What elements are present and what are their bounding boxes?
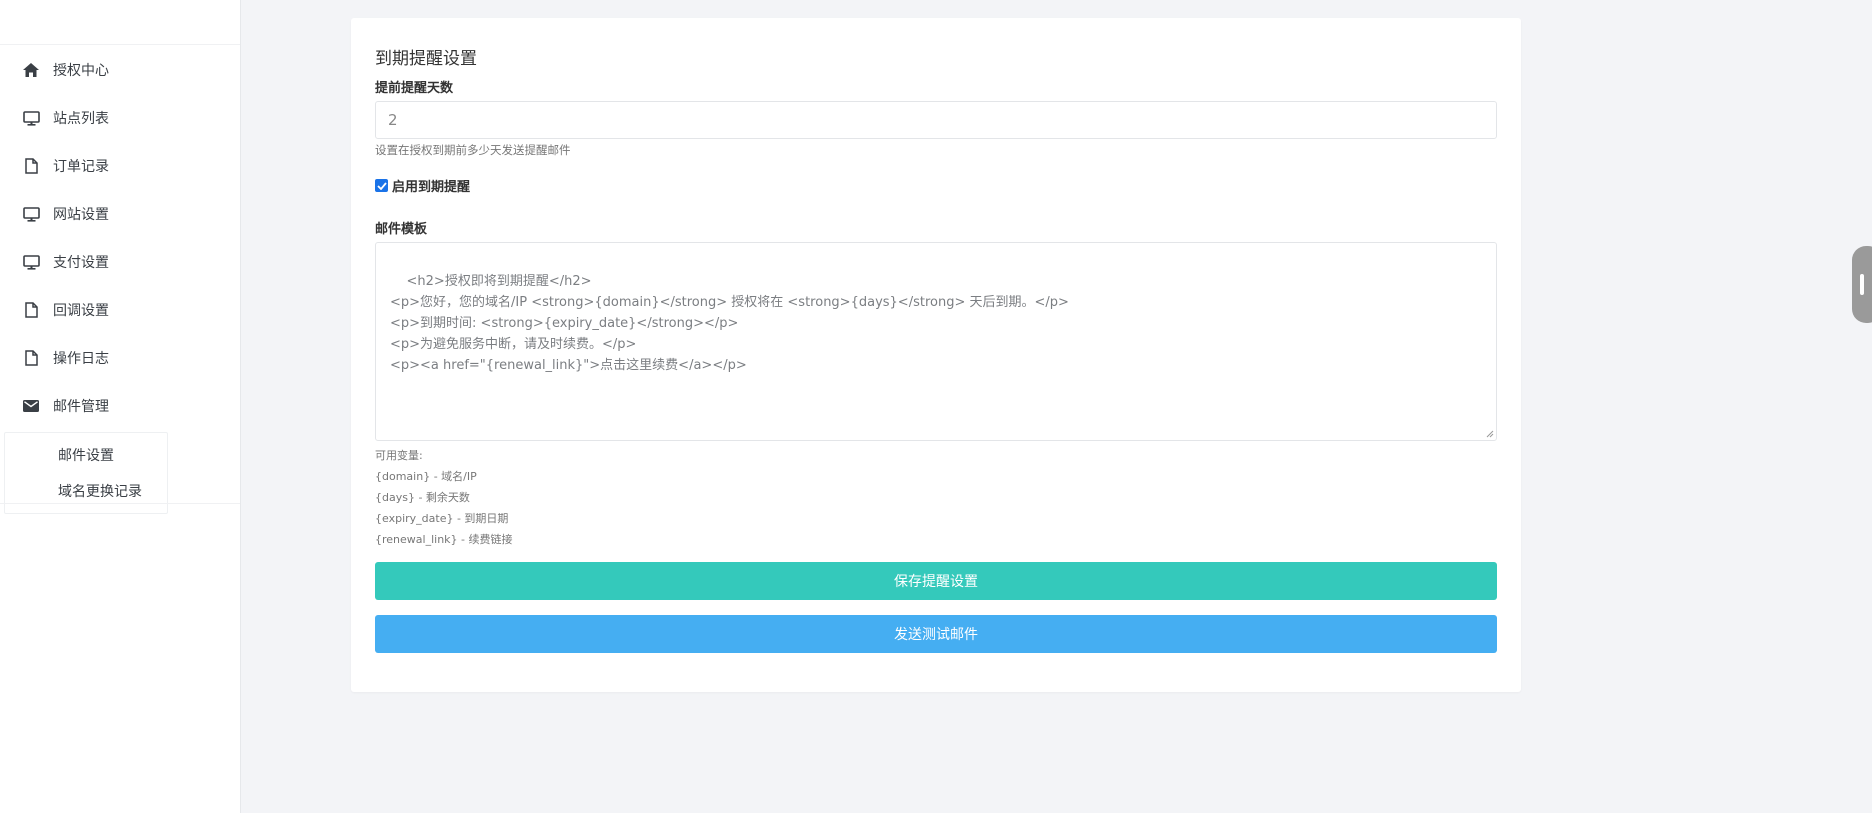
sidebar-item-label: 邮件管理 (53, 399, 109, 415)
monitor-icon (22, 205, 40, 223)
submenu-item-mail-settings[interactable]: 邮件设置 (5, 438, 167, 474)
sidebar-item-label: 支付设置 (53, 255, 109, 271)
sidebar-item-license-center[interactable]: 授权中心 (0, 46, 240, 94)
monitor-icon (22, 109, 40, 127)
handle-bar-icon (1860, 274, 1864, 295)
sidebar-item-order-records[interactable]: 订单记录 (0, 142, 240, 190)
available-variables: 可用变量: {domain} - 域名/IP {days} - 剩余天数 {ex… (375, 445, 513, 550)
sidebar-item-site-list[interactable]: 站点列表 (0, 94, 240, 142)
days-label: 提前提醒天数 (375, 81, 454, 96)
send-test-email-button[interactable]: 发送测试邮件 (375, 615, 1497, 653)
sidebar-item-mail-management[interactable]: 邮件管理 (0, 382, 240, 430)
sidebar-item-label: 站点列表 (53, 111, 109, 127)
sidebar-item-payment-settings[interactable]: 支付设置 (0, 238, 240, 286)
page-title: 到期提醒设置 (375, 49, 477, 69)
sidebar-item-label: 网站设置 (53, 207, 109, 223)
enable-reminder-checkbox[interactable] (375, 179, 388, 192)
sidebar-item-callback-settings[interactable]: 回调设置 (0, 286, 240, 334)
var-item: {days} - 剩余天数 (375, 491, 470, 504)
mail-submenu: 邮件设置 域名更换记录 (4, 432, 168, 514)
sidebar-item-operation-logs[interactable]: 操作日志 (0, 334, 240, 382)
home-icon (22, 61, 40, 79)
days-help-text: 设置在授权到期前多少天发送提醒邮件 (375, 143, 571, 157)
template-label: 邮件模板 (375, 222, 428, 237)
enable-reminder-label: 启用到期提醒 (392, 180, 471, 195)
sidebar: 授权中心 站点列表 订单记录 网站设置 支付设置 回调设置 操作日志 邮件管理 … (0, 0, 241, 813)
save-reminder-button[interactable]: 保存提醒设置 (375, 562, 1497, 600)
file-icon (22, 349, 40, 367)
template-text: <h2>授权即将到期提醒</h2> <p>您好，您的域名/IP <strong>… (390, 274, 1069, 373)
sidebar-divider (0, 503, 240, 504)
var-item: {expiry_date} - 到期日期 (375, 512, 509, 525)
file-icon (22, 157, 40, 175)
mail-icon (22, 397, 40, 415)
expiry-reminder-card: 到期提醒设置 提前提醒天数 设置在授权到期前多少天发送提醒邮件 启用到期提醒 邮… (351, 18, 1521, 692)
check-icon (376, 181, 387, 190)
email-template-textarea[interactable]: <h2>授权即将到期提醒</h2> <p>您好，您的域名/IP <strong>… (375, 242, 1497, 441)
vars-title: 可用变量: (375, 449, 423, 462)
monitor-icon (22, 253, 40, 271)
enable-reminder-row: 启用到期提醒 (375, 176, 470, 195)
sidebar-item-label: 授权中心 (53, 63, 109, 79)
reminder-days-input[interactable] (375, 101, 1497, 139)
submenu-item-domain-change-records[interactable]: 域名更换记录 (5, 474, 167, 510)
resize-handle-icon[interactable] (1486, 430, 1494, 438)
sidebar-nav: 授权中心 站点列表 订单记录 网站设置 支付设置 回调设置 操作日志 邮件管理 (0, 46, 240, 430)
sidebar-divider (0, 44, 240, 45)
sidebar-item-site-settings[interactable]: 网站设置 (0, 190, 240, 238)
sidebar-item-label: 回调设置 (53, 303, 109, 319)
var-item: {renewal_link} - 续费链接 (375, 533, 513, 546)
sidebar-item-label: 操作日志 (53, 351, 109, 367)
sidebar-item-label: 订单记录 (53, 159, 109, 175)
var-item: {domain} - 域名/IP (375, 470, 477, 483)
floating-side-handle[interactable] (1852, 246, 1872, 323)
file-icon (22, 301, 40, 319)
